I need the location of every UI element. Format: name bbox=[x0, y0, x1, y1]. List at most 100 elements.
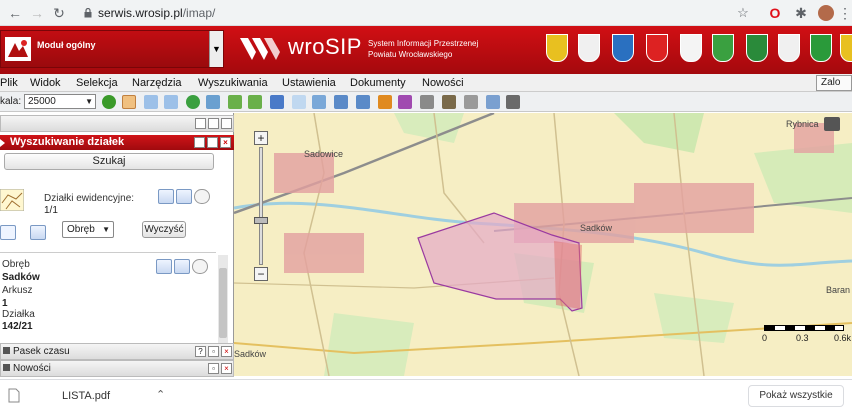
scrollbar-thumb[interactable] bbox=[219, 268, 227, 338]
zoom-window-icon[interactable] bbox=[206, 95, 220, 109]
print-preview-icon[interactable] bbox=[420, 95, 434, 109]
menu-dokumenty[interactable]: Dokumenty bbox=[350, 77, 406, 89]
export-icon[interactable] bbox=[442, 95, 456, 109]
show-all-downloads-button[interactable]: Pokaż wszystkie bbox=[748, 385, 844, 407]
panel-close-icon[interactable]: × bbox=[221, 363, 232, 374]
extensions-puzzle-icon[interactable]: ✱ bbox=[792, 4, 810, 22]
map-view[interactable]: + − Sadowice Sadków Sadków Rybnica Baran… bbox=[234, 113, 852, 376]
menu-plik[interactable]: Plik bbox=[0, 77, 18, 89]
panel-restore-icon[interactable] bbox=[208, 118, 219, 129]
legend-icon[interactable] bbox=[356, 95, 370, 109]
layers-icon[interactable] bbox=[334, 95, 348, 109]
collapse-icon[interactable] bbox=[0, 139, 5, 147]
browser-menu-icon[interactable]: ⋮ bbox=[836, 4, 852, 22]
full-extent-icon[interactable] bbox=[186, 95, 200, 109]
expand-icon[interactable] bbox=[3, 347, 10, 354]
scale-select[interactable]: 25000 ▼ bbox=[24, 94, 96, 109]
crest-icon bbox=[746, 34, 768, 62]
zoom-out-button[interactable]: − bbox=[254, 267, 268, 281]
link-icon[interactable] bbox=[506, 95, 520, 109]
scale-tick-0: 0 bbox=[762, 333, 768, 343]
zoom-to-result-icon[interactable] bbox=[156, 259, 172, 274]
crest-icon bbox=[680, 34, 702, 62]
clear-button[interactable]: Wyczyść bbox=[142, 221, 186, 238]
menu-nowosci[interactable]: Nowości bbox=[422, 77, 464, 89]
news-panel-header[interactable]: Nowości ▫ × bbox=[0, 360, 234, 377]
add-person-icon[interactable] bbox=[0, 225, 16, 240]
download-file-name[interactable]: LISTA.pdf bbox=[62, 390, 110, 402]
info-icon[interactable] bbox=[102, 95, 116, 109]
pan-hand-icon[interactable] bbox=[122, 95, 136, 109]
module-select[interactable]: Moduł ogólny ▼ bbox=[0, 30, 224, 68]
search-button[interactable]: Szukaj bbox=[4, 153, 214, 170]
map-label-sadkow: Sadków bbox=[580, 223, 613, 233]
crest-icon bbox=[612, 34, 634, 62]
chevron-up-icon[interactable]: ⌃ bbox=[156, 388, 165, 401]
measure-line-icon[interactable] bbox=[270, 95, 284, 109]
zoom-slider-track[interactable] bbox=[259, 147, 263, 265]
menu-narzedzia[interactable]: Narzędzia bbox=[132, 77, 182, 89]
select-icon[interactable] bbox=[312, 95, 326, 109]
back-icon[interactable]: ← bbox=[6, 4, 24, 22]
pdf-file-icon bbox=[8, 388, 20, 403]
app-header: Moduł ogólny ▼ wroSIP System Informacji … bbox=[0, 26, 852, 74]
expand-chevron-icon[interactable] bbox=[192, 259, 208, 274]
panel-help-icon[interactable]: ? bbox=[195, 346, 206, 357]
pencil-icon[interactable] bbox=[378, 95, 392, 109]
measure-area-icon[interactable] bbox=[292, 95, 306, 109]
dzialka-value: 142/21 bbox=[2, 321, 33, 332]
zoom-in-button[interactable]: + bbox=[254, 131, 268, 145]
lock-icon bbox=[84, 8, 92, 18]
previous-extent-icon[interactable] bbox=[228, 95, 242, 109]
next-extent-icon[interactable] bbox=[248, 95, 262, 109]
panel-close-icon[interactable]: × bbox=[220, 137, 231, 148]
parcels-label: Działki ewidencyjne: bbox=[44, 193, 135, 204]
menu-wyszukiwania[interactable]: Wyszukiwania bbox=[198, 77, 268, 89]
chart-icon[interactable] bbox=[398, 95, 412, 109]
panel-restore-icon[interactable]: ▫ bbox=[208, 346, 219, 357]
obreb-dropdown[interactable]: Obręb ▼ bbox=[62, 221, 114, 238]
profile-avatar[interactable] bbox=[818, 5, 834, 21]
copy-icon[interactable] bbox=[486, 95, 500, 109]
add-group-icon[interactable] bbox=[30, 225, 46, 240]
logout-button[interactable]: Zalo bbox=[816, 75, 852, 91]
left-panel: Wyszukiwanie działek ? ▫ × Szukaj Działk… bbox=[0, 113, 234, 377]
forward-icon[interactable]: → bbox=[28, 4, 46, 22]
zoom-slider-thumb[interactable] bbox=[254, 217, 268, 224]
browser-toolbar: ← → ↻ serwis.wrosip.pl/imap/ ☆ O ✱ ⋮ bbox=[0, 0, 852, 26]
panel-restore-icon[interactable]: ▫ bbox=[207, 137, 218, 148]
menu-ustawienia[interactable]: Ustawienia bbox=[282, 77, 336, 89]
menu-widok[interactable]: Widok bbox=[30, 77, 61, 89]
expand-icon[interactable] bbox=[3, 364, 10, 371]
map-label-sadkow-2: Sadków bbox=[234, 349, 267, 359]
panel-help-icon[interactable] bbox=[195, 118, 206, 129]
menu-bar: Plik Widok Selekcja Narzędzia Wyszukiwan… bbox=[0, 74, 852, 92]
parcel-info-icon[interactable] bbox=[176, 189, 192, 204]
panel-help-icon[interactable]: ? bbox=[194, 137, 205, 148]
print-icon[interactable] bbox=[464, 95, 478, 109]
zoom-in-icon[interactable] bbox=[144, 95, 158, 109]
chevron-down-icon[interactable]: ▼ bbox=[209, 31, 223, 67]
module-label: Moduł ogólny bbox=[37, 40, 96, 50]
expand-chevron-icon[interactable] bbox=[194, 189, 210, 204]
bookmark-star-icon[interactable]: ☆ bbox=[734, 4, 752, 22]
panel-close-icon[interactable] bbox=[221, 118, 232, 129]
url-text: serwis.wrosip.pl/imap/ bbox=[98, 6, 216, 20]
crest-icon bbox=[546, 34, 568, 62]
address-bar[interactable]: serwis.wrosip.pl/imap/ bbox=[76, 3, 756, 23]
wrosip-logo-icon bbox=[240, 38, 280, 60]
panel-close-icon[interactable]: × bbox=[221, 346, 232, 357]
opera-extension-icon[interactable]: O bbox=[766, 4, 784, 22]
map-comment-icon[interactable] bbox=[824, 117, 840, 131]
crest-icon bbox=[712, 34, 734, 62]
zoom-out-icon[interactable] bbox=[164, 95, 178, 109]
menu-selekcja[interactable]: Selekcja bbox=[76, 77, 118, 89]
reload-icon[interactable]: ↻ bbox=[50, 4, 68, 22]
crest-icon bbox=[810, 34, 832, 62]
timeline-panel-header[interactable]: Pasek czasu ? ▫ × bbox=[0, 343, 234, 360]
zoom-to-parcel-icon[interactable] bbox=[158, 189, 174, 204]
scale-tick-end: 0.6k bbox=[834, 333, 852, 343]
panel-restore-icon[interactable]: ▫ bbox=[208, 363, 219, 374]
result-info-icon[interactable] bbox=[174, 259, 190, 274]
crest-icon bbox=[778, 34, 800, 62]
